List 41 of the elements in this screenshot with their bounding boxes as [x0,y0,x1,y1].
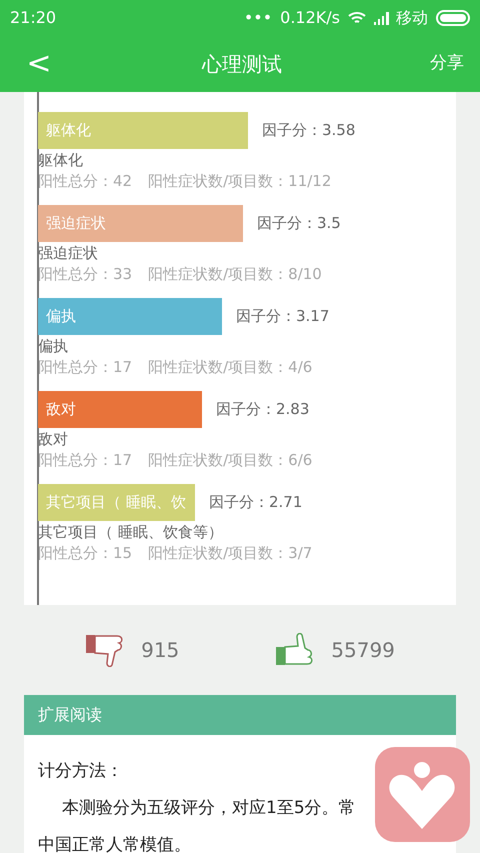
bar-label: 强迫症状 [46,213,106,234]
factor-score: 因子分：2.83 [216,399,310,420]
symptom-ratio: 阳性症状数/项目数：4/6 [148,357,312,378]
factor-score: 因子分：3.17 [236,306,330,327]
bar-label: 敌对 [46,399,76,420]
bar-label: 偏执 [46,306,76,327]
carrier-name: 移动 [396,6,428,28]
positive-total: 阳性总分：42 [38,171,132,192]
clock-time: 21:20 [10,6,56,28]
factor-name: 躯体化 [38,150,84,171]
notification-dots: ••• [244,6,272,28]
positive-total: 阳性总分：33 [38,264,132,285]
like-count: 55799 [331,637,395,664]
section-heading: 计分方法： [38,760,124,783]
symptom-ratio: 阳性症状数/项目数：3/7 [148,543,312,564]
factor-name: 偏执 [38,336,69,357]
factor-name: 强迫症状 [38,243,99,264]
bar-label: 躯体化 [46,120,91,141]
symptom-ratio: 阳性症状数/项目数：11/12 [148,171,332,192]
heart-app-button[interactable] [375,747,470,842]
section-header: 扩展阅读 [24,695,456,735]
share-button[interactable]: 分享 [430,50,464,76]
paragraph-text: 中国正常人常模值。 [38,834,192,853]
positive-total: 阳性总分：17 [38,450,132,471]
network-speed: 0.12K/s [280,6,340,28]
dislike-count: 915 [141,637,180,664]
factor-score: 因子分：3.5 [257,213,341,234]
thumbs-down-icon[interactable] [85,633,126,667]
positive-total: 阳性总分：17 [38,357,132,378]
back-button[interactable]: < [24,48,54,78]
symptom-ratio: 阳性症状数/项目数：8/10 [148,264,322,285]
factor-score: 因子分：3.58 [262,120,356,141]
factor-score: 因子分：2.71 [209,492,302,513]
thumbs-up-icon[interactable] [275,633,316,667]
factor-name: 其它项目（ 睡眠、饮食等） [38,522,224,543]
bar-label: 其它项目（ 睡眠、饮 [46,492,186,513]
factor-name: 敌对 [38,429,69,450]
page-title: 心理测试 [202,50,282,78]
symptom-ratio: 阳性症状数/项目数：6/6 [148,450,312,471]
positive-total: 阳性总分：15 [38,543,132,564]
paragraph-text: 本测验分为五级评分，对应1至5分。常 [61,797,357,820]
